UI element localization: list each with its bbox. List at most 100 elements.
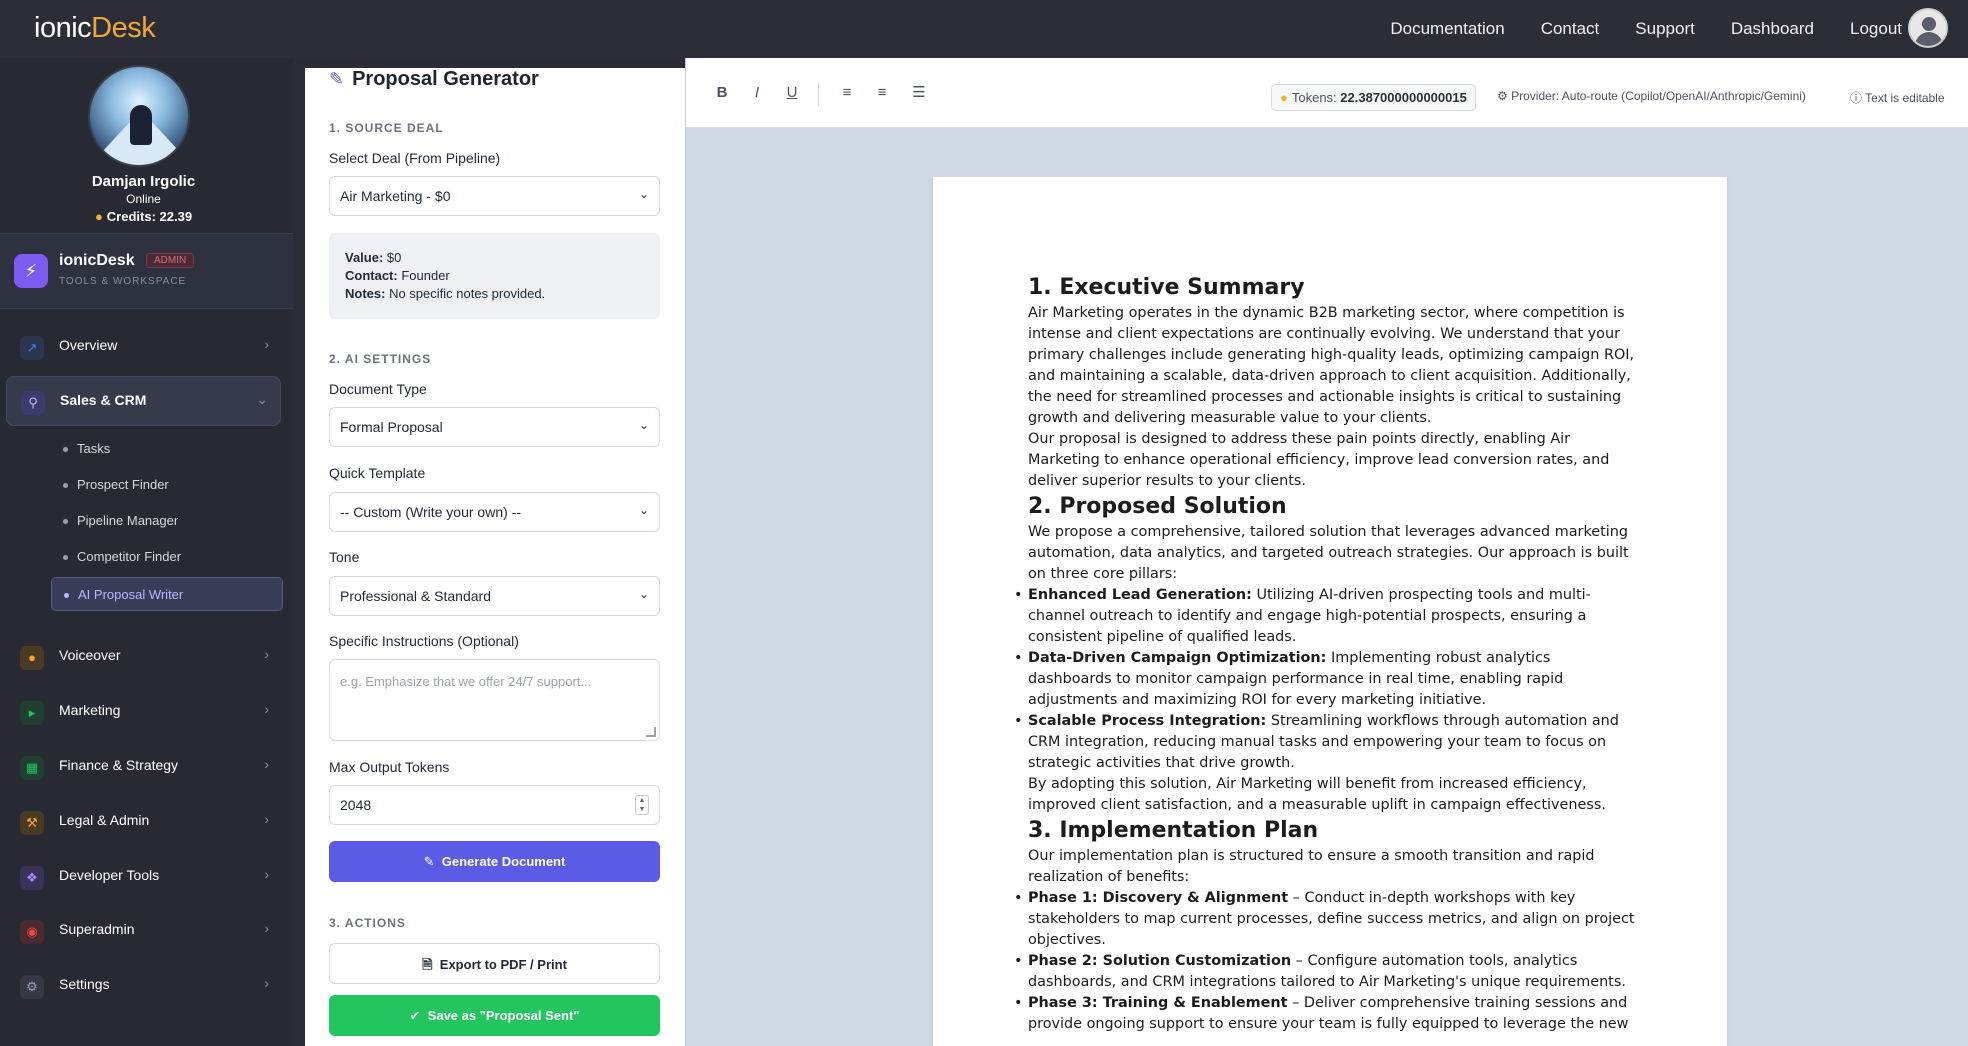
gavel-icon: ⚒ xyxy=(20,811,44,835)
instructions-textarea[interactable]: e.g. Emphasize that we offer 24/7 suppor… xyxy=(329,659,660,741)
sidebar-item-label: Legal & Admin xyxy=(59,812,150,828)
nav-contact[interactable]: Contact xyxy=(1541,19,1600,39)
user-avatar-icon[interactable] xyxy=(1908,8,1948,48)
document-type-label: Document Type xyxy=(329,381,427,397)
chevron-down-icon: ⌄ xyxy=(638,187,649,201)
file-pdf-icon: 🗎 xyxy=(422,957,433,972)
quick-template-label: Quick Template xyxy=(329,465,426,481)
list-icon[interactable]: ☰ xyxy=(908,82,930,104)
italic-icon[interactable]: I xyxy=(746,82,768,104)
sidebar-item-marketing[interactable]: ▸ Marketing › xyxy=(6,687,281,737)
paragraph: By adopting this solution, Air Marketing… xyxy=(1028,776,1606,813)
proposal-settings-panel: ✎ Proposal Generator 1. SOURCE DEAL Selec… xyxy=(305,68,685,1046)
nav-dashboard[interactable]: Dashboard xyxy=(1731,19,1814,39)
tone-label: Tone xyxy=(329,549,360,565)
chart-line-icon: ↗ xyxy=(20,336,44,360)
align-center-icon[interactable]: ≡ xyxy=(871,82,893,104)
search-icon: ⚲ xyxy=(21,391,45,415)
section-actions: 3. ACTIONS xyxy=(329,916,406,930)
align-left-icon[interactable]: ≡ xyxy=(836,82,858,104)
editable-hint: ⓘ Text is editable xyxy=(1850,91,1945,105)
sidebar-item-overview[interactable]: ↗ Overview › xyxy=(6,322,281,372)
sidebar: Damjan Irgolic Online ● Credits: 22.39 ⚡ … xyxy=(0,58,293,1046)
chevron-right-icon: › xyxy=(264,866,269,882)
toolbar-divider xyxy=(818,82,819,106)
app-subtitle: TOOLS & WORKSPACE xyxy=(59,276,187,287)
heading-executive-summary: 1. Executive Summary xyxy=(1028,275,1305,300)
sidebar-item-superadmin[interactable]: ◉ Superadmin › xyxy=(6,906,281,956)
brand-accent: Desk xyxy=(91,12,156,44)
underline-icon[interactable]: U xyxy=(781,82,803,104)
paragraph: Our implementation plan is structured to… xyxy=(1028,848,1595,885)
editor-toolbar: B I U ≡ ≡ ☰ ● Tokens: 22.387000000000015 … xyxy=(686,58,1968,128)
deal-select[interactable]: Air Marketing - $0 ⌄ xyxy=(329,176,660,216)
number-stepper-icon[interactable]: ▲ ▼ xyxy=(635,795,649,815)
sidebar-item-settings[interactable]: ⚙ Settings › xyxy=(6,961,281,1011)
gear-icon: ⚙ xyxy=(20,975,44,999)
coins-icon: ● xyxy=(1280,90,1288,105)
coins-icon: ● xyxy=(94,209,103,224)
resize-handle[interactable] xyxy=(646,727,656,737)
document-editor: B I U ≡ ≡ ☰ ● Tokens: 22.387000000000015 … xyxy=(685,58,1968,1046)
save-proposal-sent-button[interactable]: ✔ Save as "Proposal Sent" xyxy=(329,995,660,1036)
chevron-right-icon: › xyxy=(264,646,269,662)
pillars-list: Enhanced Lead Generation: Utilizing AI-d… xyxy=(1014,585,1638,774)
sidebar-subitem-pipeline-manager[interactable]: Pipeline Manager xyxy=(51,504,283,538)
list-item: Phase 3: Training & Enablement – Deliver… xyxy=(1014,993,1638,1035)
export-pdf-button[interactable]: 🗎 Export to PDF / Print xyxy=(329,943,660,984)
heading-proposed-solution: 2. Proposed Solution xyxy=(1028,494,1287,519)
brand-main: ionic xyxy=(34,12,92,44)
app-switcher[interactable]: ⚡ ionicDesk ADMIN TOOLS & WORKSPACE xyxy=(0,233,293,309)
generate-document-button[interactable]: ✎ Generate Document xyxy=(329,841,660,882)
sidebar-subitem-competitor-finder[interactable]: Competitor Finder xyxy=(51,540,283,574)
sidebar-item-voiceover[interactable]: ● Voiceover › xyxy=(6,632,281,682)
profile-status: Online xyxy=(126,192,161,206)
sidebar-item-developer-tools[interactable]: ❖ Developer Tools › xyxy=(6,852,281,902)
quick-template-select[interactable]: -- Custom (Write your own) -- ⌄ xyxy=(329,492,660,532)
list-item: Phase 1: Discovery & Alignment – Conduct… xyxy=(1014,888,1638,951)
sidebar-item-sales-crm[interactable]: ⚲ Sales & CRM ⌄ xyxy=(6,376,281,426)
sidebar-item-label: Finance & Strategy xyxy=(59,757,179,773)
deal-info-box: Value: $0 Contact: Founder Notes: No spe… xyxy=(329,233,660,319)
pencil-icon: ✎ xyxy=(423,854,435,869)
sidebar-item-label: Sales & CRM xyxy=(60,392,147,408)
chevron-right-icon: › xyxy=(264,756,269,772)
phases-list: Phase 1: Discovery & Alignment – Conduct… xyxy=(1014,888,1638,1035)
max-tokens-input[interactable]: 2048 ▲ ▼ xyxy=(329,785,660,825)
sidebar-item-legal-admin[interactable]: ⚒ Legal & Admin › xyxy=(6,797,281,847)
sidebar-item-finance-strategy[interactable]: ▦ Finance & Strategy › xyxy=(6,742,281,792)
bold-icon[interactable]: B xyxy=(711,82,733,104)
section-source-deal: 1. SOURCE DEAL xyxy=(329,121,444,135)
panel-title: ✎ Proposal Generator xyxy=(329,68,539,90)
top-bar: ionicDesk Documentation Contact Support … xyxy=(0,0,1968,58)
chevron-down-icon: ⌄ xyxy=(638,503,649,517)
paragraph: We propose a comprehensive, tailored sol… xyxy=(1028,524,1629,582)
check-circle-icon: ✔ xyxy=(409,1008,421,1023)
brand-logo[interactable]: ionicDesk xyxy=(34,12,156,45)
chevron-right-icon: › xyxy=(264,701,269,717)
sidebar-item-label: Developer Tools xyxy=(59,867,160,883)
sidebar-subitem-tasks[interactable]: Tasks xyxy=(51,432,283,466)
section-ai-settings: 2. AI SETTINGS xyxy=(329,352,432,366)
document-page[interactable]: 1. Executive Summary Air Marketing opera… xyxy=(933,177,1727,1046)
deal-select-label: Select Deal (From Pipeline) xyxy=(329,150,501,166)
document-content[interactable]: 1. Executive Summary Air Marketing opera… xyxy=(1014,273,1638,1035)
tone-select[interactable]: Professional & Standard ⌄ xyxy=(329,576,660,616)
sidebar-subitem-ai-proposal-writer[interactable]: AI Proposal Writer xyxy=(51,577,283,611)
list-item: Enhanced Lead Generation: Utilizing AI-d… xyxy=(1014,585,1638,648)
chevron-down-icon: ⌄ xyxy=(638,587,649,601)
lightning-icon: ⚡ xyxy=(14,254,48,288)
chevron-down-icon: ⌄ xyxy=(256,391,268,407)
user-shield-icon: ◉ xyxy=(20,920,44,944)
sidebar-item-label: Superadmin xyxy=(59,921,135,937)
sidebar-subitem-prospect-finder[interactable]: Prospect Finder xyxy=(51,468,283,502)
nav-documentation[interactable]: Documentation xyxy=(1390,19,1504,39)
megaphone-icon: ▸ xyxy=(20,701,44,725)
profile-name: Damjan Irgolic xyxy=(91,173,196,190)
paragraph: Air Marketing operates in the dynamic B2… xyxy=(1028,305,1635,426)
calculator-icon: ▦ xyxy=(20,756,44,780)
nav-support[interactable]: Support xyxy=(1635,19,1695,39)
document-type-select[interactable]: Formal Proposal ⌄ xyxy=(329,407,660,447)
nav-logout[interactable]: Logout xyxy=(1850,19,1902,39)
paragraph: Our proposal is designed to address thes… xyxy=(1028,431,1610,489)
